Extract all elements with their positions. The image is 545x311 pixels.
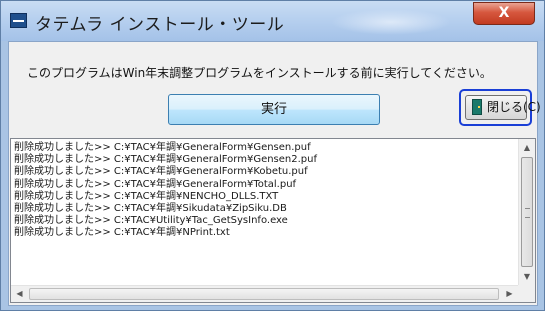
scroll-right-icon[interactable]: ▶ [501,286,518,302]
title-bar[interactable]: タテムラ インストール・ツール X [1,1,544,41]
log-lines: 削除成功しました>> C:¥TAC¥年調¥GeneralForm¥Gensen.… [14,142,317,240]
scroll-left-icon[interactable]: ◀ [11,286,28,302]
scroll-down-icon[interactable]: ▼ [519,268,535,285]
horizontal-scroll-thumb[interactable] [29,288,499,300]
log-line: 削除成功しました>> C:¥TAC¥年調¥Sikudata¥ZipSiku.DB [14,202,287,214]
instruction-text: このプログラムはWin年末調整プログラムをインストールする前に実行してください。 [27,66,492,80]
run-button[interactable]: 実行 [168,94,380,125]
log-line: 削除成功しました>> C:¥TAC¥年調¥NENCHO_DLLS.TXT [14,190,279,202]
window-title: タテムラ インストール・ツール [35,15,285,35]
log-textbox[interactable]: 削除成功しました>> C:¥TAC¥年調¥GeneralForm¥Gensen.… [10,138,536,303]
window-close-button[interactable]: X [473,2,535,25]
door-icon [472,99,482,115]
log-line: 削除成功しました>> C:¥TAC¥年調¥GeneralForm¥Total.p… [14,178,297,190]
close-app-button-label: 閉じる(C) [487,100,541,114]
client-area: このプログラムはWin年末調整プログラムをインストールする前に実行してください。… [8,41,541,306]
title-bar-decoration [331,9,451,35]
scrollbar-corner [518,285,535,302]
log-line: 削除成功しました>> C:¥TAC¥年調¥GeneralForm¥Gensen.… [14,142,311,153]
vertical-scrollbar[interactable]: ▲ ▼ [518,139,535,285]
log-line: 削除成功しました>> C:¥TAC¥Utility¥Tac_GetSysInfo… [14,215,288,227]
scroll-up-icon[interactable]: ▲ [519,139,535,156]
log-line: 削除成功しました>> C:¥TAC¥年調¥NPrint.txt [14,227,230,239]
scroll-grip-icon [525,208,530,218]
installer-window: タテムラ インストール・ツール X このプログラムはWin年末調整プログラムをイ… [0,0,545,311]
log-line: 削除成功しました>> C:¥TAC¥年調¥GeneralForm¥Kobetu.… [14,166,308,178]
log-line: 削除成功しました>> C:¥TAC¥年調¥GeneralForm¥Gensen2… [14,154,318,166]
close-app-button[interactable]: 閉じる(C) [465,95,541,120]
vertical-scroll-thumb[interactable] [521,157,533,267]
horizontal-scrollbar[interactable]: ◀ ▶ [11,285,518,302]
app-icon [10,13,27,28]
